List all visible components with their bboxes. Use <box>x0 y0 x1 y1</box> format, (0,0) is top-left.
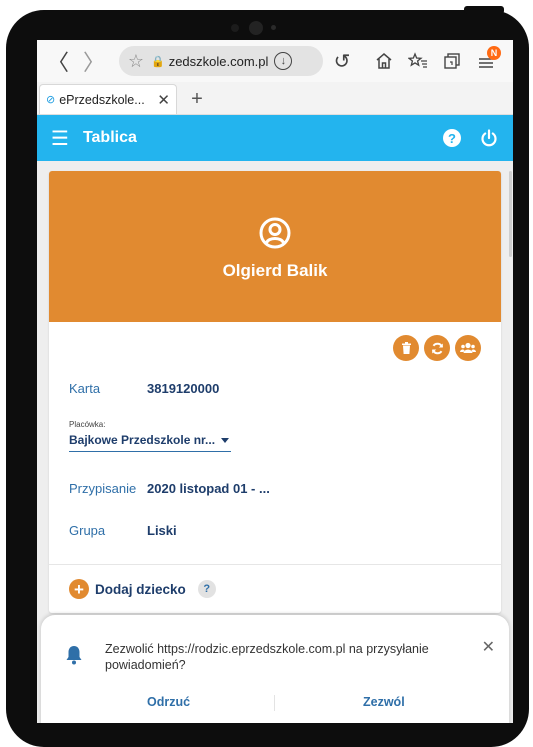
device-button <box>464 6 504 14</box>
profile-header: Olgierd Balik <box>49 171 501 322</box>
forward-button[interactable]: 〉 <box>81 46 107 76</box>
plus-circle-icon[interactable]: + <box>69 579 89 599</box>
hamburger-menu-icon[interactable]: ☰ <box>51 126 69 151</box>
refresh-icon <box>431 342 443 354</box>
reload-icon[interactable]: ↺ <box>331 49 353 74</box>
group-value: Liski <box>147 522 177 538</box>
delete-button[interactable] <box>393 335 419 361</box>
child-card: Olgierd Balik Karta 3819120000 Placówka: <box>49 171 501 613</box>
bookmark-star-icon[interactable]: ☆ <box>125 51 147 72</box>
sensor-dot <box>271 25 276 30</box>
notification-badge: N <box>487 46 501 60</box>
browser-toolbar: 〈 〉 ☆ 🔒 zedszkole.com.pl ↓ ↺ N <box>37 40 513 82</box>
page-title: Tablica <box>82 129 137 146</box>
close-icon[interactable]: ✕ <box>482 637 495 657</box>
screen: 〈 〉 ☆ 🔒 zedszkole.com.pl ↓ ↺ N ⊘ ePrzeds… <box>37 40 513 723</box>
help-icon[interactable]: ? <box>443 129 461 147</box>
notification-prompt: Zezwolić https://rodzic.eprzedszkole.com… <box>41 615 509 723</box>
child-name: Olgierd Balik <box>222 260 328 280</box>
new-tab-button[interactable]: + <box>183 85 211 113</box>
chevron-down-icon <box>221 437 230 443</box>
bell-icon <box>66 646 82 665</box>
add-child-link[interactable]: Dodaj dziecko <box>95 582 186 597</box>
deny-button[interactable]: Odrzuć <box>147 695 190 709</box>
group-label: Grupa <box>69 522 106 538</box>
app-header: ☰ Tablica ? <box>37 115 513 161</box>
facility-field: Placówka: Bajkowe Przedszkole nr... <box>49 420 501 452</box>
site-favicon-icon: ⊘ <box>46 94 56 106</box>
user-avatar-icon <box>259 217 291 248</box>
tab-title: ePrzedszkole... <box>59 92 145 107</box>
camera-lens <box>249 21 263 35</box>
divider <box>274 695 275 711</box>
power-icon[interactable] <box>479 128 499 148</box>
trash-icon <box>401 342 411 354</box>
assignment-value: 2020 listopad 01 - ... <box>147 480 270 496</box>
favorites-icon[interactable] <box>401 46 435 76</box>
help-badge[interactable]: ? <box>197 580 216 598</box>
assignment-label: Przypisanie <box>69 480 137 496</box>
card-label: Karta <box>69 380 101 396</box>
group-row: Grupa Liski <box>49 516 501 544</box>
scrollbar[interactable] <box>509 171 512 257</box>
tab-strip: ⊘ ePrzedszkole... ✕ + <box>37 82 513 115</box>
card-actions <box>49 322 501 374</box>
url-text[interactable]: zedszkole.com.pl <box>169 54 269 69</box>
users-icon <box>460 342 476 353</box>
back-button[interactable]: 〈 <box>45 46 71 76</box>
add-child-row[interactable]: + Dodaj dziecko ? <box>49 565 501 613</box>
facility-label: Placówka: <box>69 420 106 429</box>
address-bar[interactable]: ☆ 🔒 zedszkole.com.pl ↓ <box>119 46 323 76</box>
sensor-dot <box>231 24 239 32</box>
facility-value: Bajkowe Przedszkole nr... <box>69 433 216 447</box>
notification-message: Zezwolić https://rodzic.eprzedszkole.com… <box>105 642 429 672</box>
group-button[interactable] <box>455 335 481 361</box>
lock-icon[interactable]: 🔒 <box>151 55 165 68</box>
home-icon[interactable] <box>367 46 401 76</box>
refresh-button[interactable] <box>424 335 450 361</box>
menu-icon[interactable]: N <box>469 46 503 76</box>
facility-select[interactable]: Bajkowe Przedszkole nr... <box>69 431 232 452</box>
tabs-icon[interactable] <box>435 46 469 76</box>
browser-tab[interactable]: ⊘ ePrzedszkole... ✕ <box>39 84 177 114</box>
card-value: 3819120000 <box>147 380 220 396</box>
assignment-row: Przypisanie 2020 listopad 01 - ... <box>49 474 501 502</box>
card-number-row: Karta 3819120000 <box>49 374 501 402</box>
tab-close-icon[interactable]: ✕ <box>157 91 170 109</box>
allow-button[interactable]: Zezwól <box>363 695 405 709</box>
download-icon[interactable]: ↓ <box>274 52 293 70</box>
